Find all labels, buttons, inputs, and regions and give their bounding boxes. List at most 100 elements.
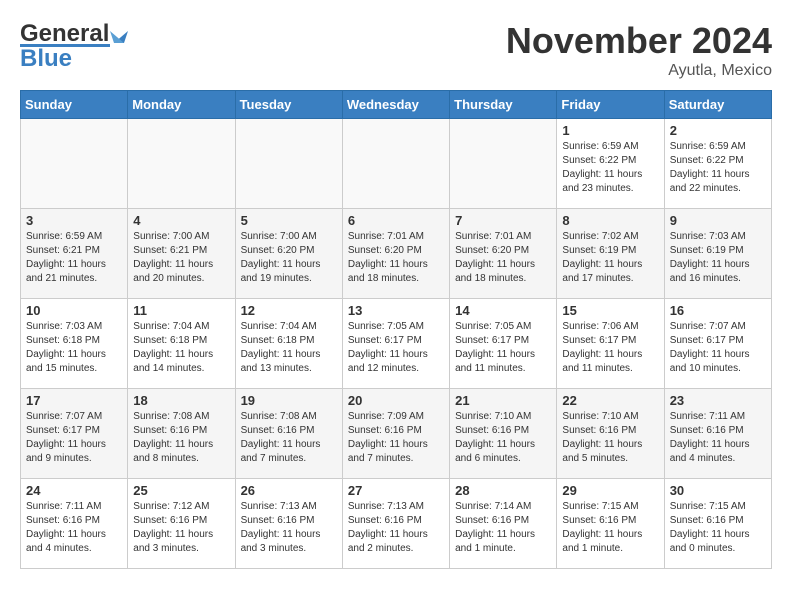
calendar-cell: 22 Sunrise: 7:10 AM Sunset: 6:16 PM Dayli… (557, 389, 664, 479)
cell-info: Sunrise: 7:01 AM Sunset: 6:20 PM Dayligh… (348, 230, 444, 286)
calendar-cell: 9 Sunrise: 7:03 AM Sunset: 6:19 PM Daylig… (664, 209, 771, 299)
day-number: 9 (670, 213, 766, 228)
calendar-cell: 16Sunrise: 7:07 AM Sunset: 6:17 PM Dayli… (664, 299, 771, 389)
calendar-cell (450, 119, 557, 209)
day-number: 2 (670, 123, 766, 138)
day-header-tuesday: Tuesday (235, 91, 342, 119)
calendar-cell: 1 Sunrise: 6:59 AM Sunset: 6:22 PM Daylig… (557, 119, 664, 209)
day-number: 29 (562, 483, 658, 498)
calendar-cell (235, 119, 342, 209)
day-number: 5 (241, 213, 337, 228)
day-header-saturday: Saturday (664, 91, 771, 119)
calendar-cell (21, 119, 128, 209)
cell-info: Sunrise: 7:14 AM Sunset: 6:16 PM Dayligh… (455, 500, 551, 556)
calendar-table: SundayMondayTuesdayWednesdayThursdayFrid… (20, 90, 772, 569)
calendar-cell: 12 Sunrise: 7:04 AM Sunset: 6:18 PM Dayli… (235, 299, 342, 389)
day-number: 22 (562, 393, 658, 408)
calendar-cell: 5 Sunrise: 7:00 AM Sunset: 6:20 PM Daylig… (235, 209, 342, 299)
day-header-friday: Friday (557, 91, 664, 119)
cell-info: Sunrise: 7:11 AM Sunset: 6:16 PM Dayligh… (670, 410, 766, 466)
day-number: 10 (26, 303, 122, 318)
cell-info: Sunrise: 7:15 AM Sunset: 6:16 PM Dayligh… (670, 500, 766, 556)
cell-info: Sunrise: 7:12 AM Sunset: 6:16 PM Dayligh… (133, 500, 229, 556)
day-number: 27 (348, 483, 444, 498)
calendar-cell: 8 Sunrise: 7:02 AM Sunset: 6:19 PM Daylig… (557, 209, 664, 299)
day-number: 12 (241, 303, 337, 318)
calendar-cell: 25 Sunrise: 7:12 AM Sunset: 6:16 PM Dayli… (128, 479, 235, 569)
cell-info: Sunrise: 7:00 AM Sunset: 6:20 PM Dayligh… (241, 230, 337, 286)
day-number: 7 (455, 213, 551, 228)
cell-info: Sunrise: 7:04 AM Sunset: 6:18 PM Dayligh… (241, 320, 337, 376)
day-number: 23 (670, 393, 766, 408)
cell-info: Sunrise: 6:59 AM Sunset: 6:21 PM Dayligh… (26, 230, 122, 286)
cell-info: Sunrise: 7:09 AM Sunset: 6:16 PM Dayligh… (348, 410, 444, 466)
day-number: 24 (26, 483, 122, 498)
cell-info: Sunrise: 7:05 AM Sunset: 6:17 PM Dayligh… (455, 320, 551, 376)
page-header: General Blue November 2024 Ayutla, Mexic… (20, 20, 772, 80)
cell-info: Sunrise: 7:06 AM Sunset: 6:17 PM Dayligh… (562, 320, 658, 376)
day-number: 20 (348, 393, 444, 408)
calendar-cell: 14 Sunrise: 7:05 AM Sunset: 6:17 PM Dayli… (450, 299, 557, 389)
cell-info: Sunrise: 7:13 AM Sunset: 6:16 PM Dayligh… (241, 500, 337, 556)
calendar-cell (128, 119, 235, 209)
cell-info: Sunrise: 7:05 AM Sunset: 6:17 PM Dayligh… (348, 320, 444, 376)
day-number: 21 (455, 393, 551, 408)
calendar-cell: 27 Sunrise: 7:13 AM Sunset: 6:16 PM Dayli… (342, 479, 449, 569)
day-number: 11 (133, 303, 229, 318)
calendar-cell: 13 Sunrise: 7:05 AM Sunset: 6:17 PM Dayli… (342, 299, 449, 389)
calendar-cell: 7 Sunrise: 7:01 AM Sunset: 6:20 PM Daylig… (450, 209, 557, 299)
day-number: 30 (670, 483, 766, 498)
cell-info: Sunrise: 7:04 AM Sunset: 6:18 PM Dayligh… (133, 320, 229, 376)
logo: General Blue (20, 20, 129, 73)
day-number: 26 (241, 483, 337, 498)
day-number: 4 (133, 213, 229, 228)
day-number: 13 (348, 303, 444, 318)
logo-blue: Blue (20, 45, 72, 73)
day-number: 15 (562, 303, 658, 318)
day-header-thursday: Thursday (450, 91, 557, 119)
calendar-cell: 24 Sunrise: 7:11 AM Sunset: 6:16 PM Dayli… (21, 479, 128, 569)
cell-info: Sunrise: 6:59 AM Sunset: 6:22 PM Dayligh… (562, 140, 658, 196)
day-header-monday: Monday (128, 91, 235, 119)
calendar-cell: 3 Sunrise: 6:59 AM Sunset: 6:21 PM Daylig… (21, 209, 128, 299)
calendar-cell: 11 Sunrise: 7:04 AM Sunset: 6:18 PM Dayli… (128, 299, 235, 389)
cell-info: Sunrise: 7:08 AM Sunset: 6:16 PM Dayligh… (241, 410, 337, 466)
day-number: 18 (133, 393, 229, 408)
day-number: 25 (133, 483, 229, 498)
calendar-cell: 17Sunrise: 7:07 AM Sunset: 6:17 PM Dayli… (21, 389, 128, 479)
day-number: 1 (562, 123, 658, 138)
calendar-cell: 6 Sunrise: 7:01 AM Sunset: 6:20 PM Daylig… (342, 209, 449, 299)
cell-info: Sunrise: 7:10 AM Sunset: 6:16 PM Dayligh… (562, 410, 658, 466)
day-number: 28 (455, 483, 551, 498)
day-number: 6 (348, 213, 444, 228)
cell-info: Sunrise: 7:02 AM Sunset: 6:19 PM Dayligh… (562, 230, 658, 286)
logo-bird-icon (110, 23, 128, 45)
day-number: 17 (26, 393, 122, 408)
day-number: 19 (241, 393, 337, 408)
cell-info: Sunrise: 7:11 AM Sunset: 6:16 PM Dayligh… (26, 500, 122, 556)
calendar-cell: 18Sunrise: 7:08 AM Sunset: 6:16 PM Dayli… (128, 389, 235, 479)
calendar-cell: 4Sunrise: 7:00 AM Sunset: 6:21 PM Daylig… (128, 209, 235, 299)
calendar-cell: 15 Sunrise: 7:06 AM Sunset: 6:17 PM Dayli… (557, 299, 664, 389)
calendar-cell: 10 Sunrise: 7:03 AM Sunset: 6:18 PM Dayli… (21, 299, 128, 389)
month-title: November 2024 (506, 20, 772, 62)
cell-info: Sunrise: 7:10 AM Sunset: 6:16 PM Dayligh… (455, 410, 551, 466)
day-number: 3 (26, 213, 122, 228)
day-header-wednesday: Wednesday (342, 91, 449, 119)
cell-info: Sunrise: 6:59 AM Sunset: 6:22 PM Dayligh… (670, 140, 766, 196)
calendar-cell: 28 Sunrise: 7:14 AM Sunset: 6:16 PM Dayli… (450, 479, 557, 569)
calendar-cell: 23 Sunrise: 7:11 AM Sunset: 6:16 PM Dayli… (664, 389, 771, 479)
cell-info: Sunrise: 7:03 AM Sunset: 6:18 PM Dayligh… (26, 320, 122, 376)
day-number: 8 (562, 213, 658, 228)
calendar-cell: 2 Sunrise: 6:59 AM Sunset: 6:22 PM Daylig… (664, 119, 771, 209)
cell-info: Sunrise: 7:03 AM Sunset: 6:19 PM Dayligh… (670, 230, 766, 286)
cell-info: Sunrise: 7:13 AM Sunset: 6:16 PM Dayligh… (348, 500, 444, 556)
title-block: November 2024 Ayutla, Mexico (506, 20, 772, 80)
cell-info: Sunrise: 7:07 AM Sunset: 6:17 PM Dayligh… (670, 320, 766, 376)
calendar-cell (342, 119, 449, 209)
calendar-cell: 20 Sunrise: 7:09 AM Sunset: 6:16 PM Dayli… (342, 389, 449, 479)
calendar-cell: 30 Sunrise: 7:15 AM Sunset: 6:16 PM Dayli… (664, 479, 771, 569)
cell-info: Sunrise: 7:15 AM Sunset: 6:16 PM Dayligh… (562, 500, 658, 556)
cell-info: Sunrise: 7:01 AM Sunset: 6:20 PM Dayligh… (455, 230, 551, 286)
day-number: 14 (455, 303, 551, 318)
